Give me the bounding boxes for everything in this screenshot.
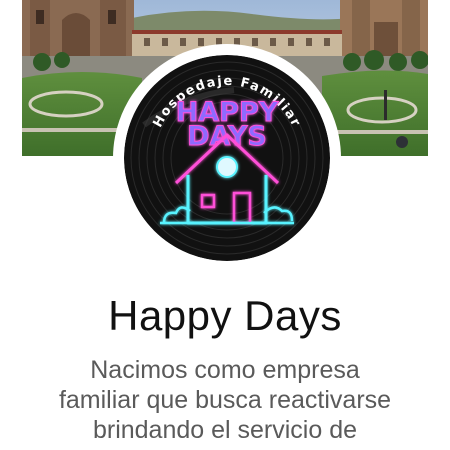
- bio-line: familiar que busca reactivarse: [58, 386, 392, 414]
- profile-page: Hospedaje Familiar HAPPY DAYS Happy Days…: [0, 0, 450, 450]
- profile-avatar[interactable]: Hospedaje Familiar HAPPY DAYS: [124, 55, 330, 261]
- page-bio: Nacimos como empresa familiar que busca …: [20, 355, 430, 445]
- bio-line: brindando el servicio de: [92, 416, 358, 444]
- happy-days-logo: Hospedaje Familiar HAPPY DAYS: [124, 55, 330, 261]
- bio-line: Nacimos como empresa: [90, 356, 360, 384]
- page-title: Happy Days: [108, 292, 342, 339]
